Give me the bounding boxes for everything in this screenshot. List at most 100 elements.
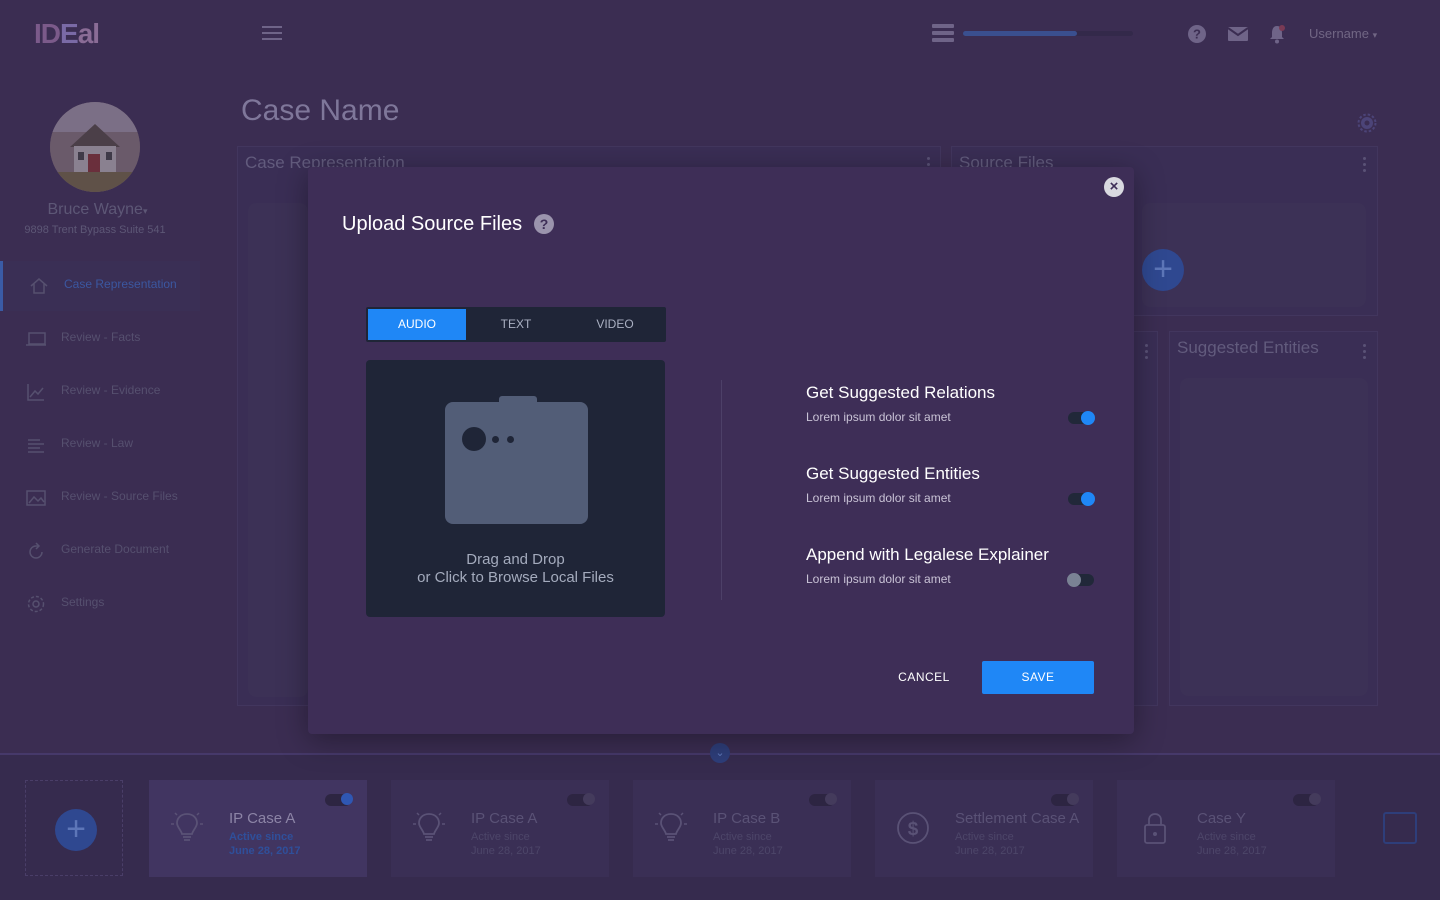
username-label: Username [1309,26,1369,41]
sidebar-item-label: Case Representation [64,277,177,291]
image-icon [26,490,46,506]
dollar-icon: $ [897,812,929,844]
bell-icon[interactable] [1267,24,1287,44]
case-card[interactable]: IP Case A Active since June 28, 2017 [149,780,367,877]
sidebar-item-case-representation[interactable]: Case Representation [0,261,200,311]
case-date: June 28, 2017 [955,845,1025,857]
case-card[interactable]: $ Settlement Case A Active since June 28… [875,780,1093,877]
lightbulb-icon [655,812,687,841]
tab-audio[interactable]: AUDIO [368,309,466,340]
panel-title: Suggested Entities [1177,338,1319,357]
laptop-icon [26,332,46,346]
case-toggle[interactable] [325,793,353,806]
case-name: Settlement Case A [955,810,1080,827]
suggested-entities-panel: Suggested Entities [1169,331,1378,706]
vertical-divider [721,380,722,600]
page-title: Case Name [241,94,400,127]
sidebar-item-review-source-files[interactable]: Review - Source Files [0,473,200,523]
logo-text-e: E [60,18,79,49]
case-tray: + IP Case A Active since June 28, 2017 I… [0,755,1440,900]
avatar[interactable] [50,102,140,192]
case-toggle[interactable] [1051,793,1079,806]
cancel-button[interactable]: CANCEL [878,661,970,693]
kebab-menu-icon[interactable] [1363,157,1367,173]
lightbulb-icon [171,812,203,841]
text-lines-icon [28,439,44,453]
suggested-relations-toggle[interactable] [1068,411,1095,425]
gear-icon[interactable] [1357,113,1377,133]
save-button[interactable]: SAVE [982,661,1094,694]
tab-video[interactable]: VIDEO [566,309,664,340]
option-suggested-entities: Get Suggested Entities Lorem ipsum dolor… [806,464,1096,524]
menu-icon[interactable] [262,26,282,42]
close-icon[interactable]: × [1104,177,1124,197]
case-card[interactable]: IP Case B Active since June 28, 2017 [633,780,851,877]
tab-text[interactable]: TEXT [466,309,566,340]
help-circle-icon[interactable]: ? [1187,24,1207,44]
logo-text-al: al [77,18,100,49]
help-icon[interactable]: ? [534,214,554,234]
sidebar-item-review-evidence[interactable]: Review - Evidence [0,367,200,417]
option-description: Lorem ipsum dolor sit amet [806,410,951,424]
camera-icon [445,396,588,526]
dropzone-text: Drag and Drop [466,551,565,568]
sidebar-item-review-law[interactable]: Review - Law [0,420,200,470]
top-bar: IDEal ? Username ▾ [0,0,1440,68]
profile-name[interactable]: Bruce Wayne▾ [0,201,195,219]
house-photo-icon [50,102,140,192]
suggested-entities-toggle[interactable] [1068,492,1095,506]
sidebar-item-generate-document[interactable]: Generate Document [0,526,200,576]
refresh-icon [29,542,43,559]
sidebar-item-label: Review - Law [61,436,134,450]
case-since: Active since [471,831,530,843]
case-since: Active since [1197,831,1256,843]
panel-content [248,203,308,697]
svg-text:$: $ [908,819,919,840]
case-date: June 28, 2017 [713,845,783,857]
media-type-tabs: AUDIO TEXT VIDEO [366,307,666,342]
chevron-down-icon: ▾ [1372,30,1378,40]
svg-text:?: ? [1193,27,1201,42]
mail-icon[interactable] [1227,24,1249,44]
lightbulb-icon [413,812,445,841]
case-toggle[interactable] [567,793,595,806]
case-since: Active since [229,831,294,843]
case-toggle[interactable] [1293,793,1321,806]
sidebar-item-review-facts[interactable]: Review - Facts [0,314,200,364]
gear-icon [27,595,45,613]
case-card[interactable]: IP Case A Active since June 28, 2017 [391,780,609,877]
app-logo[interactable]: IDEal [34,18,100,50]
option-description: Lorem ipsum dolor sit amet [806,572,951,586]
option-suggested-relations: Get Suggested Relations Lorem ipsum dolo… [806,383,1096,443]
modal-title: Upload Source Files [342,213,523,235]
profile-name-label: Bruce Wayne [47,201,143,218]
option-title: Get Suggested Relations [806,383,996,402]
kebab-menu-icon[interactable] [1145,344,1149,360]
add-case-button[interactable]: + [25,780,123,876]
legalese-explainer-toggle[interactable] [1067,573,1094,587]
dropzone-subtext: or Click to Browse Local Files [417,569,614,586]
option-title: Append with Legalese Explainer [806,545,1049,564]
list-icon[interactable] [932,24,954,44]
add-source-file-button[interactable]: + [1142,249,1184,291]
chevron-down-icon: ▾ [142,206,148,216]
username-dropdown[interactable]: Username ▾ [1309,26,1377,41]
sidebar-item-settings[interactable]: Settings [0,579,200,629]
case-name: IP Case A [471,810,538,827]
upload-progress-bar [963,31,1133,36]
camera-icon[interactable] [1383,812,1417,844]
case-since: Active since [955,831,1014,843]
case-card[interactable]: Case Y Active since June 28, 2017 [1117,780,1335,877]
profile-address: 9898 Trent Bypass Suite 541 [24,224,166,236]
kebab-menu-icon[interactable] [1363,344,1367,360]
plus-icon: + [55,809,97,851]
sidebar-item-label: Review - Source Files [61,489,178,503]
file-dropzone[interactable]: Drag and Drop or Click to Browse Local F… [366,360,665,617]
collapse-tray-button[interactable]: ⌄ [710,743,730,763]
case-since: Active since [713,831,772,843]
case-toggle[interactable] [809,793,837,806]
case-date: June 28, 2017 [471,845,541,857]
upload-modal: × Upload Source Files ? AUDIO TEXT VIDEO… [308,167,1134,734]
option-legalese-explainer: Append with Legalese Explainer Lorem ips… [806,545,1096,605]
lock-icon [1144,813,1166,844]
